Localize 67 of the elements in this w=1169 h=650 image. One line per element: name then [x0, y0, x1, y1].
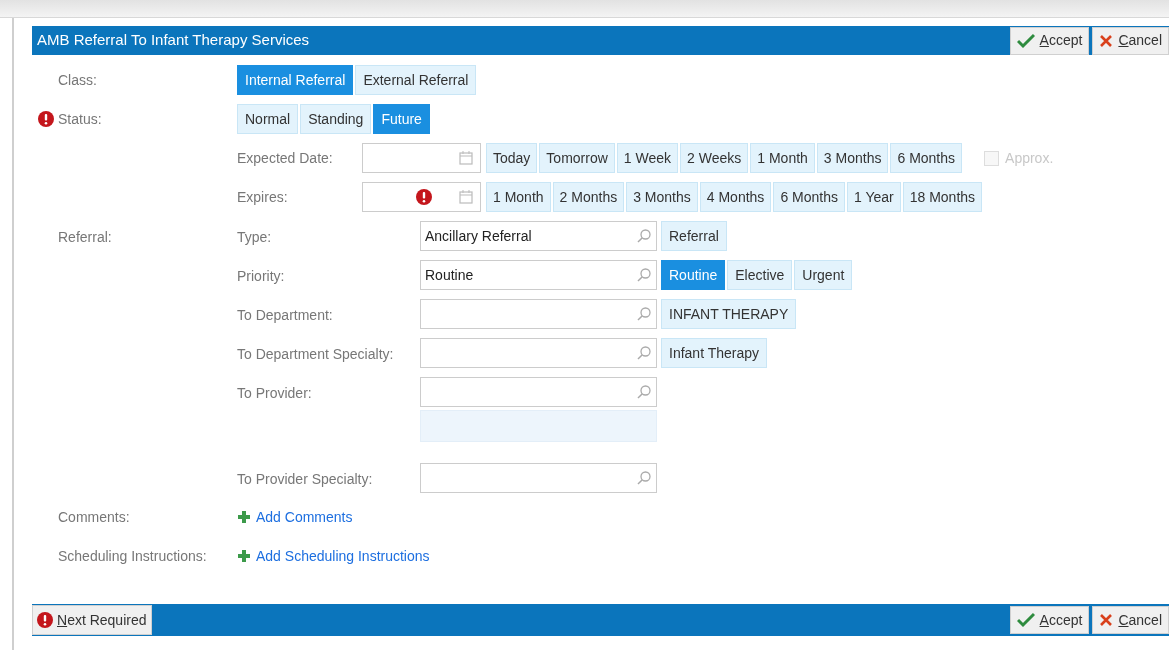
field-label: Type: [237, 228, 273, 247]
field-label: Expires: [237, 187, 289, 207]
quick-pick-button[interactable]: 6 Months [773, 182, 845, 212]
option-button[interactable]: Elective [727, 260, 793, 290]
lookup-field[interactable] [420, 463, 657, 493]
option-button[interactable]: External Referral [355, 65, 477, 95]
lookup-field[interactable]: Ancillary Referral [420, 221, 657, 251]
quick-pick-button[interactable]: Tomorrow [539, 143, 615, 173]
date-field[interactable] [362, 143, 481, 173]
quick-pick-button[interactable]: 4 Months [699, 182, 772, 212]
cancel-button[interactable]: Cancel [1092, 606, 1169, 634]
form-title: AMB Referral To Infant Therapy Services [37, 30, 311, 51]
field-label: To Department Specialty: [237, 345, 395, 364]
check-icon [1016, 32, 1035, 49]
field-label: To Department: [237, 306, 334, 325]
field-label: Status: [58, 109, 102, 129]
lookup-field[interactable] [420, 338, 657, 368]
plus-icon [237, 549, 251, 563]
option-button[interactable]: Normal [237, 104, 299, 134]
search-icon[interactable] [636, 384, 652, 400]
quick-pick-button[interactable]: Today [486, 143, 538, 173]
quick-pick-button[interactable]: 1 Year [846, 182, 901, 212]
calendar-icon[interactable] [458, 150, 474, 166]
field-label: Scheduling Instructions: [57, 546, 208, 566]
search-icon[interactable] [636, 345, 652, 361]
lookup-field[interactable] [420, 299, 657, 329]
calendar-icon[interactable] [458, 189, 474, 205]
option-button[interactable]: Urgent [794, 260, 853, 290]
required-icon [37, 612, 53, 628]
provider-list-box[interactable] [420, 410, 657, 442]
field-label: Comments: [57, 507, 131, 527]
accept-button[interactable]: Accept [1009, 26, 1090, 55]
field-label: Referral: [58, 229, 112, 245]
quick-pick-button[interactable]: 6 Months [890, 143, 963, 173]
close-icon [1099, 613, 1114, 627]
plus-icon [237, 510, 251, 524]
check-icon [1016, 612, 1035, 628]
add-link[interactable]: Add Comments [237, 506, 353, 528]
quick-pick-button[interactable]: 3 Months [816, 143, 889, 173]
option-button[interactable]: Infant Therapy [661, 338, 768, 368]
accept-button[interactable]: Accept [1009, 606, 1090, 634]
lookup-field[interactable] [420, 377, 657, 407]
quick-pick-button[interactable]: 1 Month [486, 182, 551, 212]
search-icon[interactable] [636, 306, 652, 322]
add-link[interactable]: Add Scheduling Instructions [237, 545, 430, 567]
search-icon[interactable] [636, 228, 652, 244]
close-icon [1099, 33, 1114, 48]
field-label: Expected Date: [237, 148, 334, 168]
date-field[interactable] [362, 182, 481, 212]
cancel-button[interactable]: Cancel [1092, 26, 1169, 55]
next-required-button[interactable]: Next Required [32, 605, 152, 635]
lookup-field[interactable]: Routine [420, 260, 657, 290]
option-button[interactable]: INFANT THERAPY [661, 299, 797, 329]
search-icon[interactable] [636, 470, 652, 486]
option-button[interactable]: Standing [300, 104, 372, 134]
field-label: To Provider: [237, 384, 313, 403]
quick-pick-button[interactable]: 18 Months [902, 182, 983, 212]
quick-pick-button[interactable]: 3 Months [626, 182, 698, 212]
quick-pick-button[interactable]: 1 Month [750, 143, 815, 173]
search-icon[interactable] [636, 267, 652, 283]
field-label: To Provider Specialty: [237, 470, 374, 489]
option-button[interactable]: Referral [661, 221, 727, 251]
quick-pick-button[interactable]: 2 Months [552, 182, 625, 212]
quick-pick-button[interactable]: 1 Week [616, 143, 679, 173]
field-label: Class: [58, 70, 97, 90]
quick-pick-button[interactable]: 2 Weeks [680, 143, 749, 173]
field-label: Priority: [237, 267, 286, 286]
